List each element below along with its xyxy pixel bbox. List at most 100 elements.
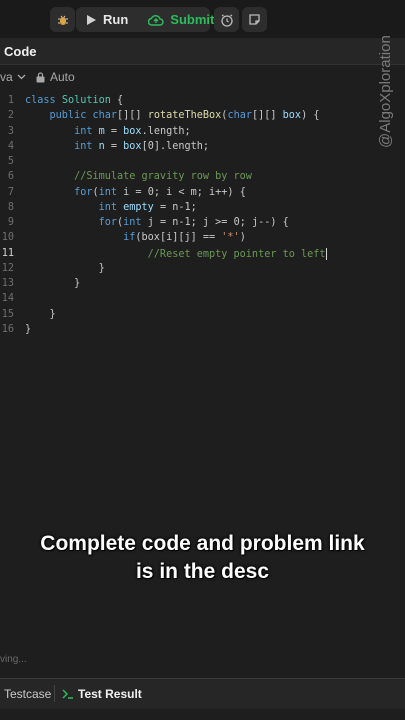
line-number: 1 [7, 95, 14, 106]
notes-button[interactable] [242, 7, 267, 32]
code-token: = n-1; [153, 201, 197, 213]
code-token: '*' [221, 232, 240, 244]
tab-testcase[interactable]: Testcase [4, 687, 51, 701]
code-line: } [25, 309, 56, 320]
code-token: ) { [301, 110, 320, 122]
code-token: class [25, 95, 62, 106]
run-submit-group: Run Submit [76, 7, 214, 32]
code-token: box [282, 110, 302, 122]
code-token: public [25, 110, 93, 122]
caption-line-2: is in the desc [135, 560, 270, 583]
debug-button[interactable] [50, 7, 75, 32]
code-token: [][] [117, 110, 148, 122]
line-number: 7 [7, 186, 14, 198]
line-number: 11 [1, 247, 14, 259]
code-line: //Simulate gravity row by row [25, 171, 252, 182]
code-token: } [25, 262, 105, 274]
language-label: va [0, 70, 13, 84]
code-line: } [25, 278, 80, 289]
cloud-upload-icon [148, 14, 164, 26]
note-icon [249, 14, 260, 25]
line-number: 6 [7, 171, 14, 183]
code-token: for [25, 186, 93, 198]
code-token: //Reset empty pointer to left [25, 248, 326, 260]
language-selector[interactable]: va [0, 70, 26, 84]
channel-watermark: @AlgoXploration [374, 8, 396, 148]
code-token: int [98, 186, 124, 198]
code-token: } [25, 278, 81, 289]
code-token: { [117, 95, 124, 106]
line-number: 9 [7, 217, 14, 228]
alarm-clock-icon [220, 13, 233, 27]
line-number: 13 [1, 278, 14, 289]
bottom-tab-bar: Testcase Test Result [0, 678, 405, 709]
terminal-icon [62, 689, 73, 699]
line-number: 2 [7, 110, 14, 122]
tab-divider [54, 685, 55, 702]
timer-button[interactable] [214, 7, 239, 32]
code-line: } [25, 324, 31, 335]
code-token: = [104, 125, 124, 137]
chevron-down-icon [17, 74, 26, 80]
run-label: Run [103, 12, 129, 27]
line-number: 4 [7, 140, 14, 152]
line-number: 14 [1, 293, 14, 305]
code-panel-header: Code [0, 38, 405, 65]
code-line: //Reset empty pointer to left [25, 247, 327, 260]
code-line: for(int i = 0; i < m; i++) { [25, 187, 246, 198]
line-number: 15 [1, 308, 14, 320]
text-cursor [325, 247, 327, 260]
line-number: 16 [1, 323, 14, 335]
line-number: 10 [1, 232, 14, 244]
code-line: int m = box.length; [25, 126, 191, 137]
line-number: 3 [7, 125, 14, 137]
submit-label: Submit [170, 12, 215, 27]
code-line: public char[][] rotateTheBox(char[][] bo… [25, 110, 320, 122]
code-token: [][] [251, 110, 283, 122]
lock-icon [36, 71, 45, 82]
autosave-toggle[interactable]: Auto [36, 70, 75, 84]
code-token: for [25, 217, 118, 228]
code-line: } [25, 263, 105, 274]
code-token: rotateTheBox [147, 110, 222, 122]
tab-test-result[interactable]: Test Result [62, 687, 142, 701]
code-token: int [25, 140, 99, 152]
code-token: .length; [141, 125, 191, 137]
tab-test-result-label: Test Result [78, 687, 142, 701]
code-token: ) [239, 232, 246, 244]
code-token: } [25, 308, 56, 320]
code-token: } [25, 323, 32, 335]
code-line: for(int j = n-1; j >= 0; j--) { [25, 217, 289, 228]
code-line: class Solution { [25, 95, 123, 106]
code-line: int empty = n-1; [25, 202, 197, 213]
code-token: if [25, 232, 136, 244]
line-number: 5 [7, 156, 14, 167]
top-toolbar: Run Submit [0, 0, 405, 38]
caption-line-1: Complete code and problem link [40, 532, 365, 555]
code-line: int n = box[0].length; [25, 141, 209, 152]
line-number: 12 [1, 262, 14, 274]
code-token: [0].length; [141, 140, 210, 152]
tab-testcase-label: Testcase [4, 687, 52, 701]
code-token: (box[i][j] == [135, 232, 222, 244]
editor-options-bar: va Auto [0, 65, 405, 89]
code-token: Solution [61, 95, 118, 106]
save-status: ving... [0, 654, 27, 665]
code-token: int [25, 125, 99, 137]
code-token: box [123, 140, 142, 152]
code-token: j = n-1; j >= 0; j--) { [147, 217, 289, 228]
panel-title: Code [4, 44, 37, 59]
code-token: box [123, 125, 142, 137]
line-number: 8 [7, 201, 14, 213]
submit-button[interactable]: Submit [138, 7, 224, 32]
code-token: char [227, 110, 252, 122]
code-token: char [92, 110, 118, 122]
code-token: i = 0; i < m; i++) { [123, 186, 246, 198]
play-icon [87, 14, 96, 25]
watermark-text: @AlgoXploration [377, 35, 394, 148]
run-button[interactable]: Run [76, 7, 138, 32]
code-token: = [104, 140, 124, 152]
code-line: if(box[i][j] == '*') [25, 232, 246, 243]
video-caption: Complete code and problem link is in the… [0, 530, 405, 586]
code-token: //Simulate gravity row by row [25, 171, 252, 183]
